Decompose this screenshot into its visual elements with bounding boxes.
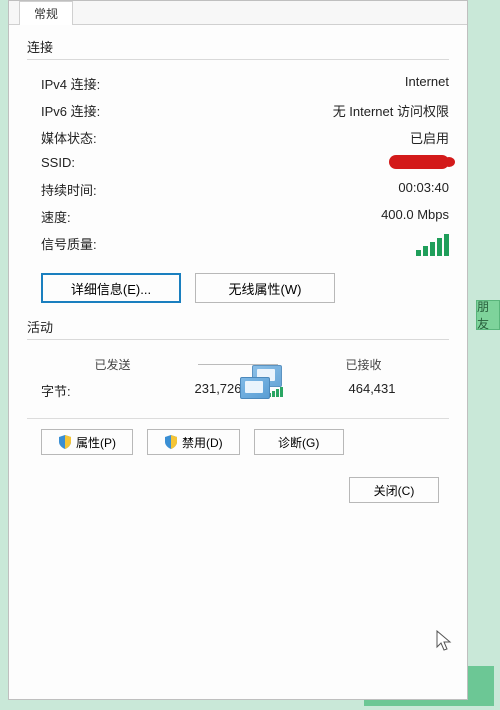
value-media-state: 已启用 bbox=[410, 128, 449, 147]
label-speed: 速度: bbox=[41, 207, 71, 226]
shield-icon bbox=[164, 435, 178, 449]
properties-button-label: 属性(P) bbox=[76, 434, 116, 451]
value-ssid bbox=[389, 155, 449, 172]
close-button[interactable]: 关闭(C) bbox=[349, 477, 439, 503]
recv-label: 已接收 bbox=[278, 356, 449, 373]
diagnose-button-label: 诊断(G) bbox=[278, 434, 319, 451]
activity-section-label: 活动 bbox=[27, 317, 449, 336]
diagnose-button[interactable]: 诊断(G) bbox=[254, 429, 344, 455]
label-media-state: 媒体状态: bbox=[41, 128, 97, 147]
wifi-status-dialog: 常规 连接 IPv4 连接: Internet IPv6 连接: 无 Inter… bbox=[8, 0, 468, 700]
bottom-actions: 属性(P) 禁用(D) 诊断(G) bbox=[27, 429, 449, 465]
divider bbox=[27, 339, 449, 340]
activity-header: 已发送 已接收 bbox=[27, 356, 449, 373]
ssid-redacted-icon bbox=[389, 155, 449, 169]
wireless-properties-button[interactable]: 无线属性(W) bbox=[195, 273, 335, 303]
bytes-row: 字节: 231,726 464,431 bbox=[27, 373, 449, 414]
activity-block: 已发送 已接收 字节: 231,726 464,431 bbox=[27, 350, 449, 414]
value-speed: 400.0 Mbps bbox=[381, 207, 449, 226]
background-side-tab: 朋友 bbox=[476, 300, 500, 330]
signal-bars-icon bbox=[416, 234, 449, 256]
tab-strip: 常规 bbox=[9, 1, 467, 25]
shield-icon bbox=[58, 435, 72, 449]
disable-button-label: 禁用(D) bbox=[182, 434, 223, 451]
value-ipv6: 无 Internet 访问权限 bbox=[333, 101, 449, 120]
row-ipv6: IPv6 连接: 无 Internet 访问权限 bbox=[27, 97, 449, 124]
properties-button[interactable]: 属性(P) bbox=[41, 429, 133, 455]
dialog-body: 连接 IPv4 连接: Internet IPv6 连接: 无 Internet… bbox=[9, 25, 467, 511]
tab-general[interactable]: 常规 bbox=[19, 1, 73, 25]
row-speed: 速度: 400.0 Mbps bbox=[27, 203, 449, 230]
connection-section-label: 连接 bbox=[27, 37, 449, 56]
label-duration: 持续时间: bbox=[41, 180, 97, 199]
close-row: 关闭(C) bbox=[27, 465, 449, 503]
value-ipv4: Internet bbox=[405, 74, 449, 93]
label-signal-quality: 信号质量: bbox=[41, 234, 97, 259]
connection-buttons: 详细信息(E)... 无线属性(W) bbox=[27, 263, 449, 317]
row-signal-quality: 信号质量: bbox=[27, 230, 449, 263]
row-duration: 持续时间: 00:03:40 bbox=[27, 176, 449, 203]
divider bbox=[27, 418, 449, 419]
bytes-label: 字节: bbox=[41, 381, 141, 400]
label-ipv4: IPv4 连接: bbox=[41, 74, 100, 93]
bytes-recv: 464,431 bbox=[295, 381, 449, 400]
label-ipv6: IPv6 连接: bbox=[41, 101, 100, 120]
divider bbox=[27, 59, 449, 60]
line-icon bbox=[198, 364, 238, 365]
row-ssid: SSID: bbox=[27, 151, 449, 176]
label-ssid: SSID: bbox=[41, 155, 75, 172]
sent-label: 已发送 bbox=[27, 356, 198, 373]
value-signal-quality bbox=[416, 234, 449, 259]
row-ipv4: IPv4 连接: Internet bbox=[27, 70, 449, 97]
details-button[interactable]: 详细信息(E)... bbox=[41, 273, 181, 303]
row-media-state: 媒体状态: 已启用 bbox=[27, 124, 449, 151]
value-duration: 00:03:40 bbox=[398, 180, 449, 199]
disable-button[interactable]: 禁用(D) bbox=[147, 429, 240, 455]
